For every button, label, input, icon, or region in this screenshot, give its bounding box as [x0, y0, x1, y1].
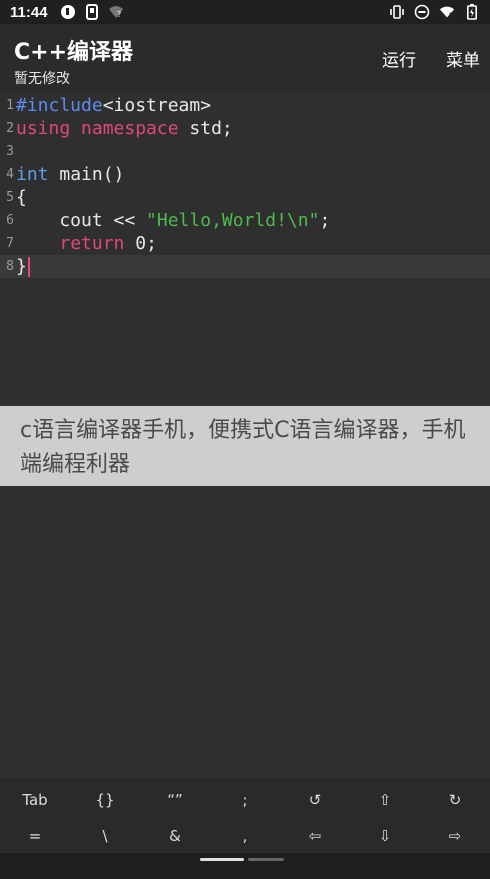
key-tab[interactable]: Tab	[0, 782, 70, 818]
arrow-right-icon[interactable]: ⇨	[420, 818, 490, 854]
code-token: }	[16, 256, 27, 277]
code-token: ;	[319, 210, 331, 231]
text-cursor	[27, 257, 30, 277]
sim-card-icon	[84, 4, 100, 20]
menu-button[interactable]: 菜单	[446, 46, 480, 71]
code-text: #include<iostream>	[16, 95, 211, 116]
status-time: 11:44	[10, 3, 48, 21]
code-text: }	[16, 256, 30, 277]
key-comma[interactable]: ,	[210, 818, 280, 854]
app-actions: 运行 菜单	[382, 46, 480, 71]
code-line[interactable]: 4 int main()	[0, 163, 490, 186]
key-ampersand[interactable]: &	[140, 818, 210, 854]
line-number: 2	[6, 121, 14, 136]
code-line[interactable]: 8}	[0, 255, 490, 278]
line-number: 3	[6, 144, 14, 159]
code-token: {	[16, 187, 27, 208]
code-token: 0;	[124, 233, 157, 254]
code-line[interactable]: 5{	[0, 186, 490, 209]
line-number: 4	[6, 167, 14, 182]
code-text: return 0;	[16, 233, 157, 254]
code-line[interactable]: 6 cout << "Hello,World!\n";	[0, 209, 490, 232]
code-token: "Hello,World!\n"	[146, 210, 320, 231]
key-equals[interactable]: =	[0, 818, 70, 854]
app-bar: C++编译器 暂无修改 运行 菜单	[0, 24, 490, 92]
shift-up-icon[interactable]: ⇧	[350, 782, 420, 818]
battery-icon	[464, 4, 480, 20]
code-token: int	[16, 164, 49, 185]
code-token: <iostream>	[102, 95, 212, 116]
line-number: 6	[6, 213, 14, 228]
run-button[interactable]: 运行	[382, 46, 416, 71]
code-token: std;	[178, 118, 233, 139]
wifi-question-icon: ?	[108, 4, 124, 20]
code-text: cout << "Hello,World!\n";	[16, 210, 330, 231]
line-number: 1	[6, 98, 14, 113]
code-token: namespace	[81, 118, 179, 139]
caption-overlay: c语言编译器手机，便携式C语言编译器，手机端编程利器	[0, 406, 490, 486]
arrow-down-icon[interactable]: ⇩	[350, 818, 420, 854]
key-row-2: = \ & , ⇦ ⇩ ⇨	[0, 818, 490, 854]
code-text: int main()	[16, 164, 124, 185]
code-line[interactable]: 3	[0, 140, 490, 163]
key-backslash[interactable]: \	[70, 818, 140, 854]
code-token: main()	[48, 164, 125, 185]
code-token: cout <<	[16, 210, 147, 231]
arrow-left-icon[interactable]: ⇦	[280, 818, 350, 854]
app-subtitle: 暂无修改	[14, 71, 70, 87]
wifi-off-icon	[439, 4, 455, 20]
key-semicolon[interactable]: ;	[210, 782, 280, 818]
gesture-handle[interactable]	[200, 858, 244, 861]
app-notification-icon	[60, 4, 76, 20]
code-line[interactable]: 2 using namespace std;	[0, 117, 490, 140]
navigation-bar	[0, 853, 490, 879]
code-token: #include	[16, 95, 103, 116]
code-token: return	[59, 233, 125, 254]
code-token: using	[16, 118, 71, 139]
status-left-icons: ?	[60, 4, 124, 20]
line-number: 7	[6, 236, 14, 251]
gesture-handle-secondary	[248, 858, 284, 861]
status-right-icons	[389, 4, 480, 20]
code-text: {	[16, 187, 27, 208]
svg-text:?: ?	[117, 10, 121, 19]
undo-icon[interactable]: ↺	[280, 782, 350, 818]
line-number: 5	[6, 190, 14, 205]
redo-icon[interactable]: ↻	[420, 782, 490, 818]
code-text: using namespace std;	[16, 118, 233, 139]
key-row-1: Tab {} “” ; ↺ ⇧ ↻	[0, 782, 490, 818]
code-line[interactable]: 7 return 0;	[0, 232, 490, 255]
code-line[interactable]: 1 #include<iostream>	[0, 94, 490, 117]
status-bar: 11:44 ?	[0, 0, 490, 24]
do-not-disturb-icon	[414, 4, 430, 20]
key-braces[interactable]: {}	[70, 782, 140, 818]
line-number: 8	[6, 259, 14, 274]
key-quotes[interactable]: “”	[140, 782, 210, 818]
vibrate-icon	[389, 4, 405, 20]
